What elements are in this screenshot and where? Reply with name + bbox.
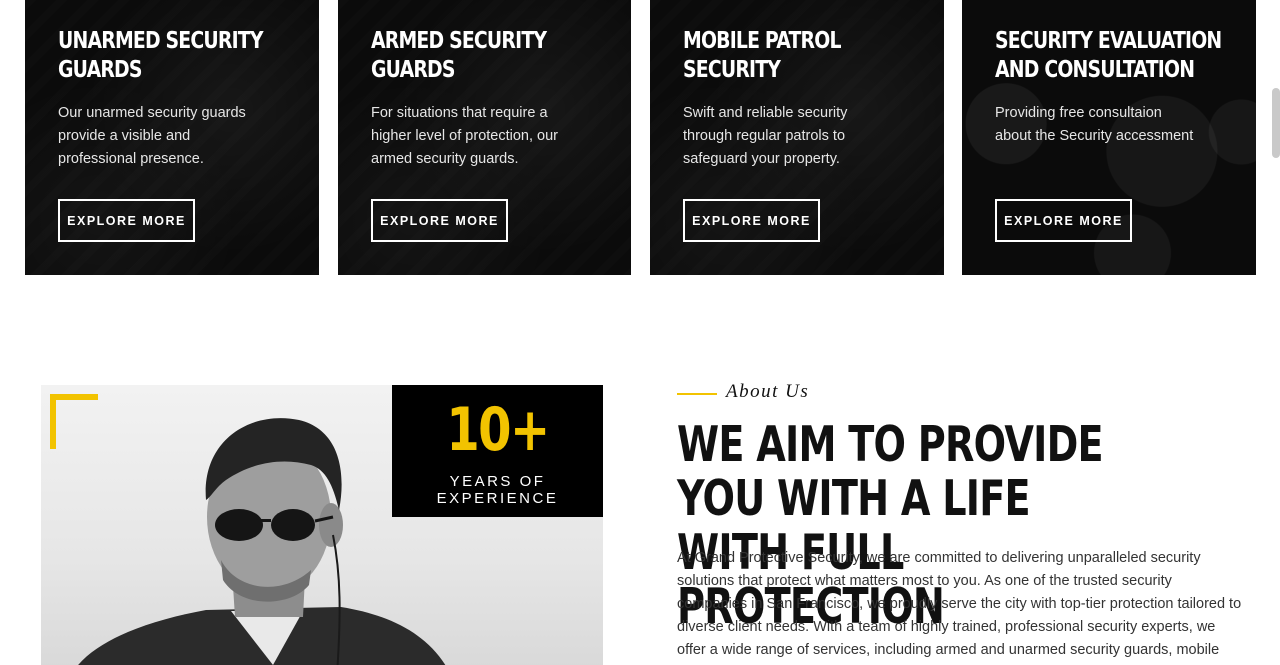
explore-more-button[interactable]: Explore More [995, 199, 1132, 242]
experience-badge: 10+ Years of Experience [392, 385, 603, 517]
service-card-description: Our unarmed security guards provide a vi… [58, 105, 246, 167]
about-body-text: At Grand Protective Security, we are com… [677, 550, 1242, 658]
service-card-description: Swift and reliable security through regu… [683, 105, 848, 167]
service-card-description: Providing free consultaion about the Sec… [995, 105, 1194, 144]
explore-more-button[interactable]: Explore More [371, 199, 508, 242]
service-card-description: For situations that require a higher lev… [371, 105, 558, 167]
explore-more-button[interactable]: Explore More [58, 199, 195, 242]
explore-more-button[interactable]: Explore More [683, 199, 820, 242]
eyebrow-divider [677, 393, 717, 395]
service-card-title: Security Evaluation and Consultation [995, 28, 1222, 83]
service-card-title: Armed Security Guards [371, 28, 547, 83]
page: Unarmed Security Guards Our unarmed secu… [0, 0, 1280, 665]
experience-number: 10+ [446, 395, 550, 465]
scrollbar-thumb[interactable] [1272, 88, 1280, 158]
service-card-unarmed-guards: Unarmed Security Guards Our unarmed secu… [25, 0, 319, 275]
services-cards: Unarmed Security Guards Our unarmed secu… [0, 0, 1280, 275]
experience-label: Years of Experience [436, 473, 559, 507]
about-eyebrow: About Us [726, 381, 810, 402]
service-card-title: Mobile Patrol Security [683, 28, 841, 83]
service-card-title: Unarmed Security Guards [58, 28, 263, 83]
service-card-mobile-patrol: Mobile Patrol Security Swift and reliabl… [650, 0, 944, 275]
service-card-armed-guards: Armed Security Guards For situations tha… [338, 0, 631, 275]
decorative-corner-bracket [50, 394, 98, 449]
service-card-evaluation-consultation: Security Evaluation and Consultation Pro… [962, 0, 1256, 275]
